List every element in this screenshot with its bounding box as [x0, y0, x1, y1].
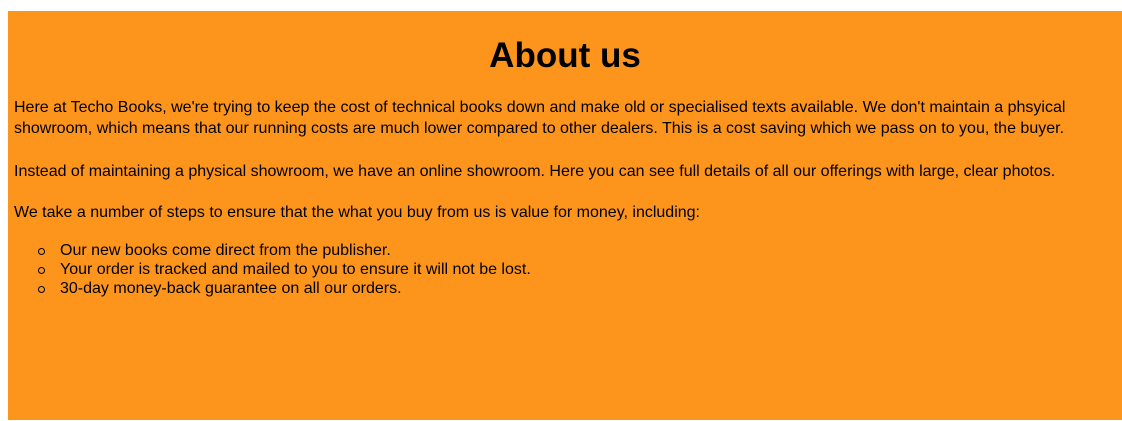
- list-item-text: Your order is tracked and mailed to you …: [60, 261, 531, 278]
- page-title: About us: [489, 36, 641, 75]
- list-item-text: Our new books come direct from the publi…: [60, 242, 391, 259]
- value-steps-paragraph: We take a number of steps to ensure that…: [14, 204, 700, 221]
- circle-bullet-icon: [38, 267, 45, 274]
- list-item: 30-day money-back guarantee on all our o…: [38, 279, 1116, 298]
- about-us-section: About us Here at Techo Books, we're tryi…: [8, 11, 1122, 420]
- list-item: Our new books come direct from the publi…: [38, 241, 1116, 260]
- list-item-text: 30-day money-back guarantee on all our o…: [60, 280, 402, 297]
- value-steps-list: Our new books come direct from the publi…: [14, 241, 1116, 298]
- intro-paragraph: Here at Techo Books, we're trying to kee…: [14, 99, 1066, 137]
- online-showroom-paragraph: Instead of maintaining a physical showro…: [14, 163, 1056, 180]
- circle-bullet-icon: [38, 286, 45, 293]
- circle-bullet-icon: [38, 248, 45, 255]
- list-item: Your order is tracked and mailed to you …: [38, 260, 1116, 279]
